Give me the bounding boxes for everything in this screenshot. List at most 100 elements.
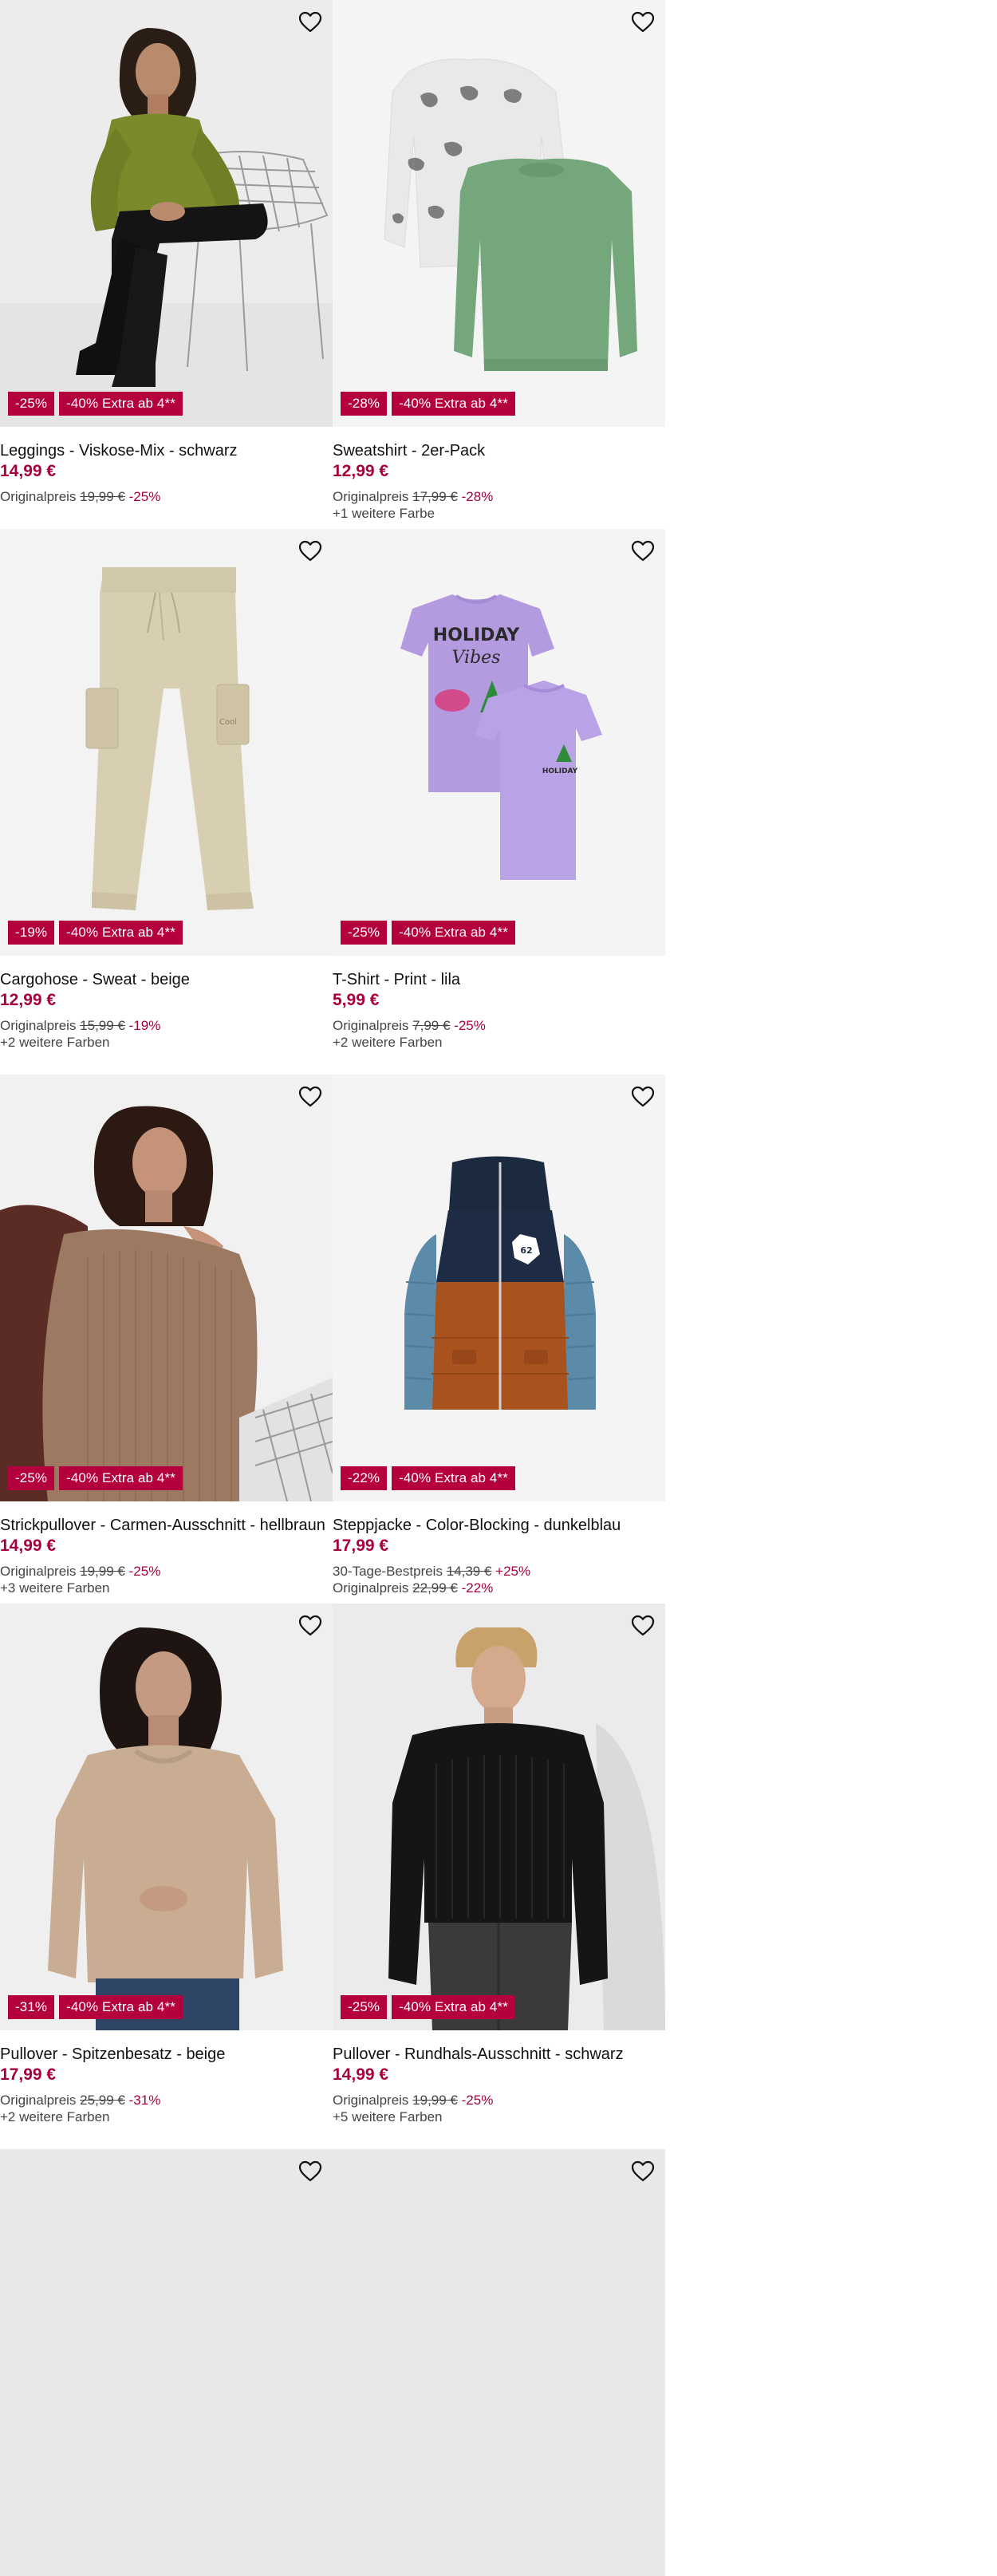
product-price: 5,99 €: [333, 991, 380, 1009]
more-colors-note[interactable]: +2 weitere Farben: [0, 2109, 333, 2125]
extra-discount-badge: -40% Extra ab 4**: [392, 392, 515, 416]
price-change-percent: -25%: [128, 1564, 161, 1579]
favorite-heart-icon[interactable]: [629, 1083, 657, 1111]
product-info: T-Shirt - Print - lila 5,99 € Originalprei…: [333, 956, 665, 1065]
svg-text:HOLIDAY: HOLIDAY: [542, 767, 578, 775]
product-price: 14,99 €: [0, 1537, 57, 1555]
product-card[interactable]: [333, 2149, 665, 2576]
product-name[interactable]: Cargohose - Sweat - beige: [0, 970, 333, 989]
favorite-heart-icon[interactable]: [296, 8, 325, 37]
product-image[interactable]: -31% -40% Extra ab 4**: [0, 1604, 333, 2030]
product-name[interactable]: Pullover - Rundhals-Ausschnitt - schwarz: [333, 2045, 665, 2064]
discount-badge: -25%: [8, 1466, 55, 1490]
discount-badge: -25%: [8, 392, 55, 416]
product-image[interactable]: [0, 2149, 333, 2576]
product-info: Strickpullover - Carmen-Ausschnitt - hel…: [0, 1501, 333, 1611]
price-change-percent: -25%: [461, 2093, 494, 2108]
discount-badges: -25% -40% Extra ab 4**: [8, 1466, 183, 1490]
svg-text:62: 62: [520, 1245, 532, 1256]
favorite-heart-icon[interactable]: [629, 537, 657, 566]
price-change-percent: -25%: [454, 1018, 486, 1033]
extra-discount-badge: -40% Extra ab 4**: [392, 1995, 515, 2019]
reference-price-line: Originalpreis 22,99 € -22%: [333, 1580, 665, 1596]
product-price: 12,99 €: [333, 462, 389, 480]
more-colors-note[interactable]: +2 weitere Farben: [0, 1034, 333, 1051]
product-name[interactable]: Sweatshirt - 2er-Pack: [333, 441, 665, 460]
old-price: 22,99 €: [412, 1580, 458, 1596]
product-image[interactable]: Cool -19% -40% Extra ab 4**: [0, 529, 333, 956]
product-image[interactable]: -25% -40% Extra ab 4**: [333, 1604, 665, 2030]
product-card[interactable]: -28% -40% Extra ab 4** Sweatshirt - 2er-Pa…: [333, 0, 665, 529]
product-card[interactable]: 62 -22% -40% Extra ab 4** Steppjacke - Col…: [333, 1075, 665, 1604]
product-price: 17,99 €: [0, 2065, 57, 2084]
reference-price-label: Originalpreis: [333, 1018, 409, 1033]
more-colors-note[interactable]: +5 weitere Farben: [333, 2109, 665, 2125]
extra-discount-badge: -40% Extra ab 4**: [59, 1466, 183, 1490]
old-price: 17,99 €: [412, 489, 458, 504]
reference-price-label: Originalpreis: [333, 1580, 409, 1596]
reference-price-line: Originalpreis 17,99 € -28%: [333, 488, 665, 505]
product-card[interactable]: Cool -19% -40% Extra ab 4** Cargohose - Sw…: [0, 529, 333, 1075]
favorite-heart-icon[interactable]: [296, 1611, 325, 1640]
product-image[interactable]: -25% -40% Extra ab 4**: [0, 0, 333, 427]
old-price: 19,99 €: [80, 489, 125, 504]
extra-discount-badge: -40% Extra ab 4**: [392, 1466, 515, 1490]
product-name[interactable]: T-Shirt - Print - lila: [333, 970, 665, 989]
discount-badges: -31% -40% Extra ab 4**: [8, 1995, 183, 2019]
favorite-heart-icon[interactable]: [629, 2157, 657, 2186]
product-image[interactable]: -25% -40% Extra ab 4**: [0, 1075, 333, 1501]
discount-badge: -25%: [341, 921, 388, 945]
old-price: 25,99 €: [80, 2093, 125, 2108]
product-info: Leggings - Viskose-Mix - schwarz 14,99 € O…: [0, 427, 333, 519]
discount-badges: -25% -40% Extra ab 4**: [341, 1995, 515, 2019]
extra-discount-badge: -40% Extra ab 4**: [59, 921, 183, 945]
favorite-heart-icon[interactable]: [296, 2157, 325, 2186]
old-price: 7,99 €: [412, 1018, 451, 1033]
more-colors-note[interactable]: +3 weitere Farben: [0, 1580, 333, 1596]
product-price: 14,99 €: [333, 2065, 389, 2084]
favorite-heart-icon[interactable]: [296, 1083, 325, 1111]
product-image[interactable]: -28% -40% Extra ab 4**: [333, 0, 665, 427]
reference-price-label: Originalpreis: [0, 1564, 77, 1579]
price-change-percent: -28%: [461, 489, 494, 504]
product-name[interactable]: Pullover - Spitzenbesatz - beige: [0, 2045, 333, 2064]
product-grid: -25% -40% Extra ab 4** Leggings - Viskose-…: [0, 0, 665, 2576]
reference-price-label: Originalpreis: [333, 489, 409, 504]
discount-badge: -22%: [341, 1466, 388, 1490]
svg-text:HOLIDAY: HOLIDAY: [433, 625, 521, 645]
discount-badges: -19% -40% Extra ab 4**: [8, 921, 183, 945]
product-name[interactable]: Strickpullover - Carmen-Ausschnitt - hel…: [0, 1516, 333, 1535]
product-card[interactable]: [0, 2149, 333, 2576]
more-colors-note[interactable]: +1 weitere Farbe: [333, 505, 665, 522]
product-info: Pullover - Spitzenbesatz - beige 17,99 € O…: [0, 2030, 333, 2140]
price-change-percent: +25%: [495, 1564, 531, 1579]
product-card[interactable]: HOLIDAY Vibes HOLIDAY -25% -40% Extra ab …: [333, 529, 665, 1075]
product-card[interactable]: -25% -40% Extra ab 4** Strickpullover - Ca…: [0, 1075, 333, 1604]
favorite-heart-icon[interactable]: [629, 1611, 657, 1640]
reference-price-label: Originalpreis: [0, 2093, 77, 2108]
product-card[interactable]: -31% -40% Extra ab 4** Pullover - Spitzenb…: [0, 1604, 333, 2149]
product-card[interactable]: -25% -40% Extra ab 4** Leggings - Viskose-…: [0, 0, 333, 529]
discount-badges: -25% -40% Extra ab 4**: [8, 392, 183, 416]
product-info: Sweatshirt - 2er-Pack 12,99 € Originalprei…: [333, 427, 665, 536]
product-info: Steppjacke - Color-Blocking - dunkelblau…: [333, 1501, 665, 1611]
extra-discount-badge: -40% Extra ab 4**: [59, 392, 183, 416]
product-card[interactable]: -25% -40% Extra ab 4** Pullover - Rundhals…: [333, 1604, 665, 2149]
price-change-percent: -31%: [128, 2093, 161, 2108]
reference-price-line: Originalpreis 19,99 € -25%: [0, 488, 333, 505]
extra-discount-badge: -40% Extra ab 4**: [392, 921, 515, 945]
more-colors-note[interactable]: +2 weitere Farben: [333, 1034, 665, 1051]
discount-badge: -31%: [8, 1995, 55, 2019]
product-image[interactable]: 62 -22% -40% Extra ab 4**: [333, 1075, 665, 1501]
product-image[interactable]: [333, 2149, 665, 2576]
favorite-heart-icon[interactable]: [629, 8, 657, 37]
reference-price-line: Originalpreis 7,99 € -25%: [333, 1017, 665, 1034]
product-name[interactable]: Leggings - Viskose-Mix - schwarz: [0, 441, 333, 460]
reference-price-line: Originalpreis 15,99 € -19%: [0, 1017, 333, 1034]
reference-price-line: 30-Tage-Bestpreis 14,39 € +25%: [333, 1563, 665, 1580]
old-price: 19,99 €: [80, 1564, 125, 1579]
product-name[interactable]: Steppjacke - Color-Blocking - dunkelblau: [333, 1516, 665, 1535]
favorite-heart-icon[interactable]: [296, 537, 325, 566]
old-price: 19,99 €: [412, 2093, 458, 2108]
product-image[interactable]: HOLIDAY Vibes HOLIDAY -25% -40% Extra ab …: [333, 529, 665, 956]
